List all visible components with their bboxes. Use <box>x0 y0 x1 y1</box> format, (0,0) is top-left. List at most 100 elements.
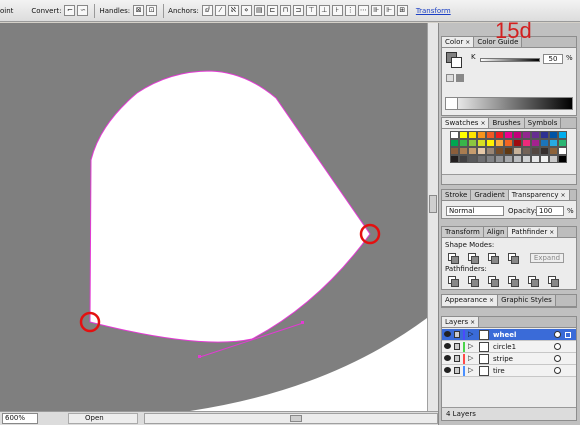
align-bottom-icon[interactable]: ⊦ <box>331 5 343 16</box>
scroll-thumb[interactable] <box>290 415 302 422</box>
color-swatch[interactable] <box>513 139 522 147</box>
tab-swatches[interactable]: Swatches × <box>442 118 490 128</box>
tab-align[interactable]: Align <box>483 227 509 237</box>
color-swatch[interactable] <box>468 131 477 139</box>
handle-point[interactable] <box>198 355 201 358</box>
stroke-swatch[interactable] <box>451 57 462 68</box>
intersect-icon[interactable] <box>488 253 499 264</box>
distribute-vertical-icon[interactable]: ⋯ <box>357 5 369 16</box>
status-field[interactable]: Open <box>68 413 138 424</box>
selection-indicator[interactable] <box>565 332 571 338</box>
layer-row[interactable]: ▷ stripe <box>442 353 576 365</box>
distribute-space-icon[interactable]: ⊪ <box>370 5 382 16</box>
layer-row[interactable]: ▷ wheel <box>442 329 576 341</box>
align-left-icon[interactable]: ⊏ <box>266 5 278 16</box>
color-swatch[interactable] <box>477 147 486 155</box>
color-swatch[interactable] <box>477 155 486 163</box>
target-circle-icon[interactable] <box>554 331 561 338</box>
color-swatch[interactable] <box>486 147 495 155</box>
color-spectrum[interactable] <box>445 97 573 110</box>
align-middle-icon[interactable]: ⊥ <box>318 5 330 16</box>
hide-handles-icon[interactable]: ⊡ <box>146 5 158 16</box>
color-swatch[interactable] <box>558 155 567 163</box>
color-swatch[interactable] <box>522 131 531 139</box>
color-swatch[interactable] <box>504 155 513 163</box>
distribute-icon[interactable]: ⋮ <box>344 5 356 16</box>
lock-icon[interactable] <box>454 343 460 350</box>
layer-name[interactable]: circle1 <box>493 342 516 352</box>
color-swatch[interactable] <box>558 131 567 139</box>
color-swatch[interactable] <box>450 131 459 139</box>
scroll-thumb[interactable] <box>429 195 437 213</box>
color-swatch[interactable] <box>558 139 567 147</box>
align-right-icon[interactable]: ⊐ <box>292 5 304 16</box>
opacity-field[interactable]: 100 <box>536 206 564 216</box>
zoom-level-field[interactable]: 600% <box>2 413 38 424</box>
minus-back-icon[interactable] <box>548 276 559 287</box>
color-swatch[interactable] <box>531 131 540 139</box>
color-swatch[interactable] <box>459 147 468 155</box>
color-swatch[interactable] <box>504 139 513 147</box>
color-swatch[interactable] <box>549 139 558 147</box>
cut-path-icon[interactable]: ℵ <box>227 5 239 16</box>
align-to-icon[interactable]: ⊞ <box>396 5 408 16</box>
isolate-icon[interactable]: ▤ <box>253 5 265 16</box>
tab-pathfinder[interactable]: Pathfinder × <box>508 227 559 237</box>
color-swatch[interactable] <box>549 147 558 155</box>
visibility-eye-icon[interactable] <box>444 331 451 337</box>
tab-symbols[interactable]: Symbols <box>524 118 562 128</box>
convert-corner-icon[interactable]: ⌐ <box>64 5 76 16</box>
lock-icon[interactable] <box>454 331 460 338</box>
tab-color[interactable]: Color × <box>442 37 475 47</box>
color-swatch[interactable] <box>549 155 558 163</box>
color-swatch[interactable] <box>495 147 504 155</box>
target-circle-icon[interactable] <box>554 343 561 350</box>
tab-transform[interactable]: Transform <box>442 227 484 237</box>
tab-stroke[interactable]: Stroke <box>442 190 472 200</box>
trim-icon[interactable] <box>468 276 479 287</box>
convert-smooth-icon[interactable]: ∽ <box>77 5 89 16</box>
layer-row[interactable]: ▷ tire <box>442 365 576 377</box>
visibility-eye-icon[interactable] <box>444 343 451 349</box>
color-swatch[interactable] <box>450 139 459 147</box>
color-swatch[interactable] <box>495 131 504 139</box>
color-swatch[interactable] <box>513 131 522 139</box>
layer-row[interactable]: ▷ circle1 <box>442 341 576 353</box>
color-swatch[interactable] <box>459 155 468 163</box>
align-center-icon[interactable]: ⊓ <box>279 5 291 16</box>
handle-point[interactable] <box>301 321 304 324</box>
color-swatch[interactable] <box>558 147 567 155</box>
color-swatch[interactable] <box>486 131 495 139</box>
outline-icon[interactable] <box>528 276 539 287</box>
tab-appearance[interactable]: Appearance × <box>442 295 499 306</box>
color-swatch[interactable] <box>459 139 468 147</box>
none-swatch[interactable] <box>446 98 458 109</box>
color-swatch[interactable] <box>477 131 486 139</box>
tab-layers[interactable]: Layers × <box>442 317 480 327</box>
color-swatch[interactable] <box>522 147 531 155</box>
color-swatch[interactable] <box>540 155 549 163</box>
color-swatch[interactable] <box>513 155 522 163</box>
horizontal-scrollbar[interactable] <box>144 413 438 424</box>
visibility-eye-icon[interactable] <box>444 367 451 373</box>
distribute-horizontal-icon[interactable]: ⊩ <box>383 5 395 16</box>
expand-triangle-icon[interactable]: ▷ <box>468 366 473 374</box>
align-top-icon[interactable]: ⊤ <box>305 5 317 16</box>
color-swatch[interactable] <box>468 139 477 147</box>
k-value-field[interactable]: 50 <box>543 54 563 64</box>
join-icon[interactable]: ⋄ <box>240 5 252 16</box>
color-swatch[interactable] <box>540 147 549 155</box>
k-slider[interactable] <box>480 58 540 62</box>
divide-icon[interactable] <box>448 276 459 287</box>
remove-anchor-icon[interactable]: ⅆ <box>201 5 213 16</box>
color-swatch[interactable] <box>531 139 540 147</box>
artboard-canvas[interactable] <box>0 23 427 411</box>
crop-icon[interactable] <box>508 276 519 287</box>
visibility-eye-icon[interactable] <box>444 355 451 361</box>
vertical-scrollbar[interactable] <box>427 23 438 411</box>
color-swatch[interactable] <box>486 155 495 163</box>
color-swatch[interactable] <box>468 147 477 155</box>
color-swatch[interactable] <box>504 131 513 139</box>
color-swatch[interactable] <box>477 139 486 147</box>
expand-button[interactable]: Expand <box>530 253 564 263</box>
